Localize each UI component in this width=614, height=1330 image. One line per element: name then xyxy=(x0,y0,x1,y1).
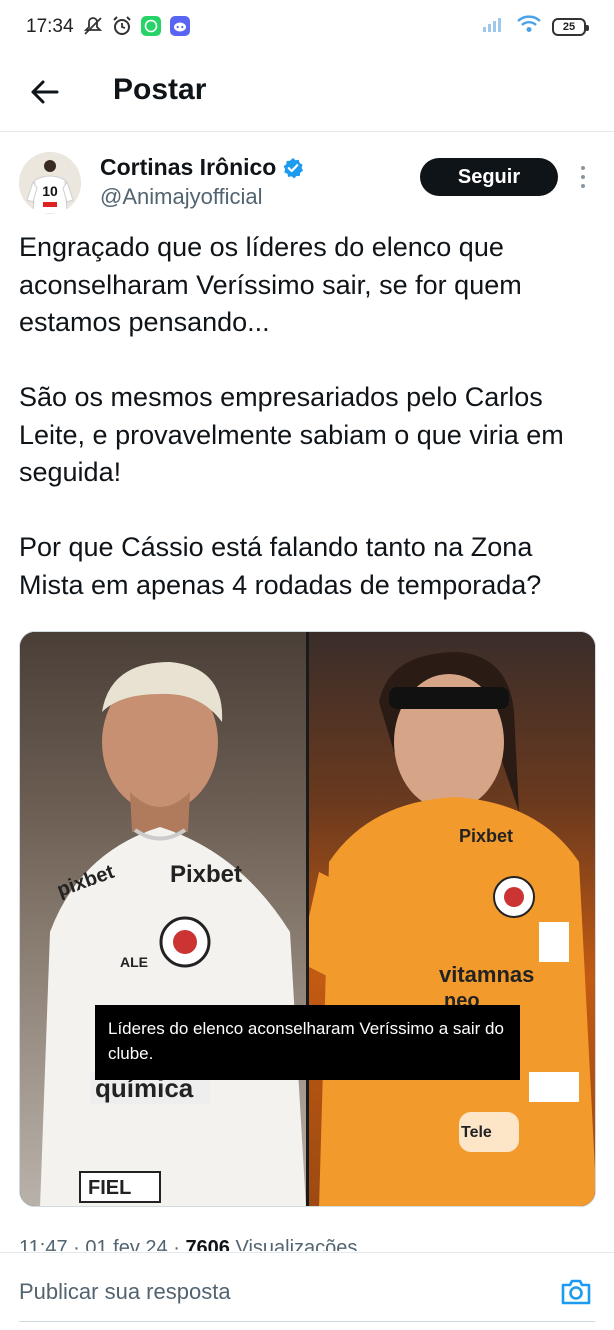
whatsapp-icon xyxy=(140,15,162,37)
svg-text:vitamnas: vitamnas xyxy=(439,962,534,987)
tweet-image[interactable]: Pixbet pixbet ALE química FIEL Pixbet vi… xyxy=(19,631,596,1207)
svg-text:ALE: ALE xyxy=(120,954,148,970)
views-label: Visualizações xyxy=(235,1237,358,1251)
svg-text:Tele: Tele xyxy=(461,1124,492,1141)
top-bar: Postar xyxy=(0,56,614,132)
svg-text:FIEL: FIEL xyxy=(88,1177,131,1199)
tweet-time: 11:47 xyxy=(19,1237,68,1251)
reply-underline xyxy=(19,1321,595,1322)
tweet-paragraph: Por que Cássio está falando tanto na Zon… xyxy=(19,532,542,600)
more-options-icon[interactable] xyxy=(574,162,592,192)
arrow-left-icon xyxy=(31,80,59,104)
svg-text:Pixbet: Pixbet xyxy=(459,826,513,846)
author-handle[interactable]: @Animajyofficial xyxy=(100,184,263,210)
page-title: Postar xyxy=(113,73,207,106)
discord-icon xyxy=(169,15,191,37)
battery-level: 25 xyxy=(562,20,576,33)
tweet-paragraph: São os mesmos empresariados pelo Carlos … xyxy=(19,382,564,487)
reply-input[interactable]: Publicar sua resposta xyxy=(19,1279,231,1305)
tweet-meta: 11:47 · 01 fev 24 · 7606 Visualizações xyxy=(19,1237,357,1251)
back-button[interactable] xyxy=(26,74,62,110)
alarm-icon xyxy=(111,15,133,37)
avatar[interactable]: 10 xyxy=(19,152,81,214)
mute-icon xyxy=(82,15,104,37)
camera-icon[interactable] xyxy=(560,1277,592,1307)
author-name[interactable]: Cortinas Irônico xyxy=(100,154,304,181)
tweet-author: 10 Cortinas Irônico @Animajyofficial Seg… xyxy=(0,150,614,220)
tweet-text: Engraçado que os líderes do elenco que a… xyxy=(19,229,599,642)
tweet-paragraph: Engraçado que os líderes do elenco que a… xyxy=(19,232,522,337)
status-bar: 17:34 25 xyxy=(0,0,614,56)
author-name-text: Cortinas Irônico xyxy=(100,154,277,180)
verified-badge-icon xyxy=(283,157,304,178)
views-count: 7606 xyxy=(185,1237,230,1251)
wifi-icon xyxy=(516,14,542,39)
signal-icon xyxy=(482,15,506,38)
battery-icon: 25 xyxy=(552,17,589,36)
svg-text:Pixbet: Pixbet xyxy=(170,861,242,888)
reply-composer: Publicar sua resposta xyxy=(0,1252,614,1330)
follow-button[interactable]: Seguir xyxy=(420,158,558,196)
svg-text:10: 10 xyxy=(42,183,58,199)
tweet-date: 01 fev 24 xyxy=(85,1237,168,1251)
image-left-player: Pixbet pixbet ALE química FIEL xyxy=(20,632,306,1206)
image-right-player: Pixbet vitamnas neo Tele xyxy=(299,632,595,1206)
status-time: 17:34 xyxy=(26,16,74,37)
image-caption: Líderes do elenco aconselharam Veríssimo… xyxy=(95,1005,520,1080)
